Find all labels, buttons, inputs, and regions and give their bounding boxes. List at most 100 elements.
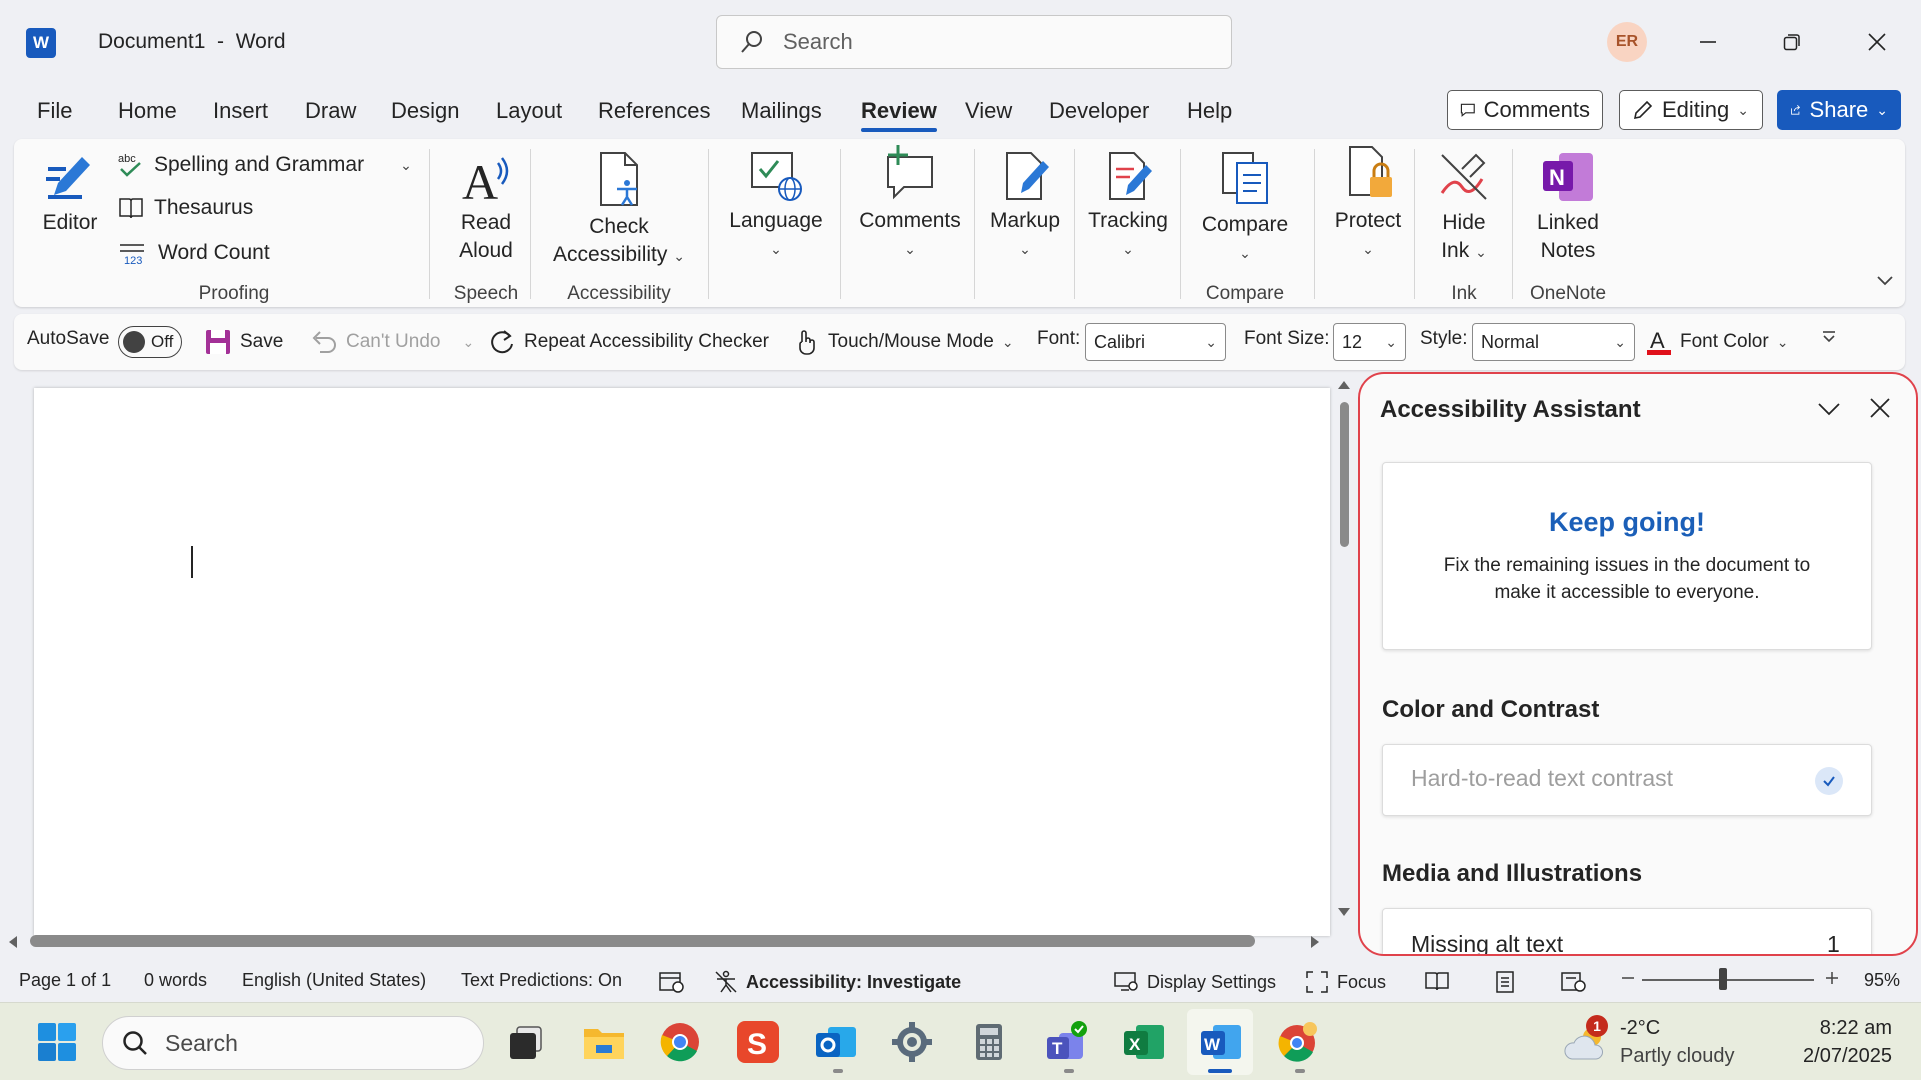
macro-icon[interactable] bbox=[658, 970, 686, 994]
autosave-toggle[interactable]: Off bbox=[118, 326, 182, 358]
weather-condition[interactable]: Partly cloudy bbox=[1620, 1045, 1735, 1068]
zoom-out-button[interactable] bbox=[1620, 970, 1636, 986]
tab-draw[interactable]: Draw bbox=[305, 98, 356, 124]
scroll-right-button[interactable] bbox=[1308, 934, 1322, 950]
style-select[interactable]: Normal ⌄ bbox=[1472, 323, 1635, 361]
tab-review[interactable]: Review bbox=[861, 98, 937, 132]
scroll-up-button[interactable] bbox=[1336, 378, 1352, 392]
pane-close-button[interactable] bbox=[1868, 396, 1892, 420]
track-changes-icon bbox=[1109, 152, 1152, 200]
comments-button[interactable]: Comments bbox=[1447, 90, 1603, 130]
scroll-left-button[interactable] bbox=[6, 934, 20, 950]
save-button[interactable]: Save bbox=[204, 328, 283, 356]
snagit-icon[interactable]: S bbox=[737, 1021, 779, 1063]
chrome-profile-icon[interactable] bbox=[1276, 1021, 1318, 1063]
collapse-ribbon-button[interactable] bbox=[1876, 275, 1894, 287]
scroll-down-button[interactable] bbox=[1336, 905, 1352, 919]
web-layout-button[interactable] bbox=[1560, 970, 1586, 994]
word-logo-icon: W bbox=[26, 28, 56, 58]
zoom-level[interactable]: 95% bbox=[1864, 970, 1900, 991]
word-count-button[interactable]: 123 Word Count bbox=[118, 241, 270, 265]
user-avatar[interactable]: ER bbox=[1607, 22, 1647, 62]
group-separator bbox=[1414, 149, 1415, 299]
hide-ink-button[interactable]: Hide Ink ⌄ bbox=[1422, 149, 1506, 266]
tab-file[interactable]: File bbox=[37, 98, 72, 124]
touch-mouse-mode-button[interactable]: Touch/Mouse Mode ⌄ bbox=[792, 328, 1014, 356]
tab-references[interactable]: References bbox=[598, 98, 711, 124]
tab-view[interactable]: View bbox=[965, 98, 1012, 124]
clock-date[interactable]: 2/07/2025 bbox=[1780, 1045, 1892, 1068]
chevron-down-icon: ⌄ bbox=[1019, 241, 1031, 257]
settings-gear-icon[interactable] bbox=[891, 1021, 933, 1063]
temperature[interactable]: -2°C bbox=[1620, 1017, 1660, 1040]
review-ribbon: Editor abc Spelling and Grammar ⌄ Thesau… bbox=[14, 139, 1905, 307]
tab-developer[interactable]: Developer bbox=[1049, 98, 1149, 124]
tab-home[interactable]: Home bbox=[118, 98, 177, 124]
accessibility-doc-icon bbox=[600, 152, 638, 206]
pane-options-button[interactable] bbox=[1816, 396, 1842, 422]
accessibility-status[interactable]: Accessibility: Investigate bbox=[714, 970, 961, 994]
read-aloud-button[interactable]: A Read Aloud bbox=[446, 149, 526, 265]
outlook-icon[interactable] bbox=[814, 1021, 856, 1063]
contrast-issue-item[interactable]: Hard-to-read text contrast bbox=[1382, 744, 1872, 816]
zoom-slider-thumb[interactable] bbox=[1719, 968, 1727, 990]
tab-mailings[interactable]: Mailings bbox=[741, 98, 822, 124]
zoom-slider-track[interactable] bbox=[1642, 979, 1814, 981]
comments-ribbon-button[interactable]: Comments ⌄ bbox=[848, 143, 972, 263]
pane-title: Accessibility Assistant bbox=[1380, 396, 1641, 423]
customize-toolbar-button[interactable] bbox=[1820, 328, 1838, 346]
markup-button[interactable]: Markup ⌄ bbox=[980, 149, 1070, 263]
windows-start-button[interactable] bbox=[36, 1021, 78, 1063]
share-button[interactable]: Share ⌄ bbox=[1777, 90, 1901, 130]
linked-notes-button[interactable]: N Linked Notes bbox=[1518, 149, 1618, 265]
display-settings-button[interactable]: Display Settings bbox=[1113, 970, 1276, 994]
keep-going-card: Keep going! Fix the remaining issues in … bbox=[1382, 462, 1872, 650]
vertical-scrollbar-thumb[interactable] bbox=[1340, 402, 1349, 547]
editor-button[interactable]: Editor bbox=[38, 149, 102, 237]
focus-button[interactable]: Focus bbox=[1305, 970, 1386, 994]
touch-hand-icon bbox=[799, 330, 815, 355]
minimize-button[interactable] bbox=[1683, 20, 1733, 64]
document-page[interactable] bbox=[34, 388, 1330, 936]
word-taskbar-icon[interactable]: W bbox=[1199, 1021, 1241, 1063]
print-layout-button[interactable] bbox=[1494, 970, 1516, 994]
language-button[interactable]: Language ⌄ bbox=[716, 149, 836, 263]
language-status[interactable]: English (United States) bbox=[242, 970, 426, 991]
editing-mode-button[interactable]: Editing ⌄ bbox=[1619, 90, 1763, 130]
alt-text-issue-item[interactable]: Missing alt text 1 bbox=[1382, 908, 1872, 954]
horizontal-scrollbar-thumb[interactable] bbox=[30, 935, 1255, 947]
restore-button[interactable] bbox=[1767, 20, 1817, 64]
read-mode-button[interactable] bbox=[1424, 970, 1450, 992]
text-predictions-status[interactable]: Text Predictions: On bbox=[461, 970, 622, 991]
undo-button[interactable]: Can't Undo ⌄ bbox=[310, 328, 474, 356]
taskbar-search[interactable]: Search bbox=[102, 1016, 484, 1070]
spelling-grammar-button[interactable]: abc Spelling and Grammar ⌄ bbox=[118, 151, 412, 179]
zoom-in-button[interactable] bbox=[1824, 970, 1840, 986]
thesaurus-button[interactable]: Thesaurus bbox=[118, 196, 253, 220]
teams-running-indicator bbox=[1064, 1069, 1074, 1073]
tab-insert[interactable]: Insert bbox=[213, 98, 268, 124]
svg-text:A: A bbox=[462, 154, 498, 205]
file-explorer-icon[interactable] bbox=[582, 1021, 624, 1063]
chrome-icon[interactable] bbox=[659, 1021, 701, 1063]
task-view-icon[interactable] bbox=[505, 1021, 547, 1063]
clock-time[interactable]: 8:22 am bbox=[1802, 1017, 1892, 1040]
check-accessibility-button[interactable]: Check Accessibility ⌄ bbox=[544, 149, 694, 270]
tab-design[interactable]: Design bbox=[391, 98, 459, 124]
font-size-select[interactable]: 12 ⌄ bbox=[1333, 323, 1406, 361]
page-count[interactable]: Page 1 of 1 bbox=[19, 970, 111, 991]
title-search-box[interactable]: Search bbox=[716, 15, 1232, 69]
word-count[interactable]: 0 words bbox=[144, 970, 207, 991]
protect-button[interactable]: Protect ⌄ bbox=[1320, 143, 1416, 263]
tab-help[interactable]: Help bbox=[1187, 98, 1232, 124]
font-color-button[interactable]: A Font Color ⌄ bbox=[1646, 328, 1788, 356]
tab-layout[interactable]: Layout bbox=[496, 98, 562, 124]
font-select[interactable]: Calibri ⌄ bbox=[1085, 323, 1226, 361]
teams-icon[interactable]: T bbox=[1045, 1021, 1087, 1063]
calculator-icon[interactable] bbox=[968, 1021, 1010, 1063]
tracking-button[interactable]: Tracking ⌄ bbox=[1080, 149, 1176, 263]
compare-button[interactable]: Compare ⌄ bbox=[1190, 149, 1300, 267]
excel-icon[interactable]: X bbox=[1122, 1021, 1164, 1063]
close-window-button[interactable] bbox=[1852, 20, 1902, 64]
repeat-button[interactable]: Repeat Accessibility Checker bbox=[488, 328, 769, 356]
